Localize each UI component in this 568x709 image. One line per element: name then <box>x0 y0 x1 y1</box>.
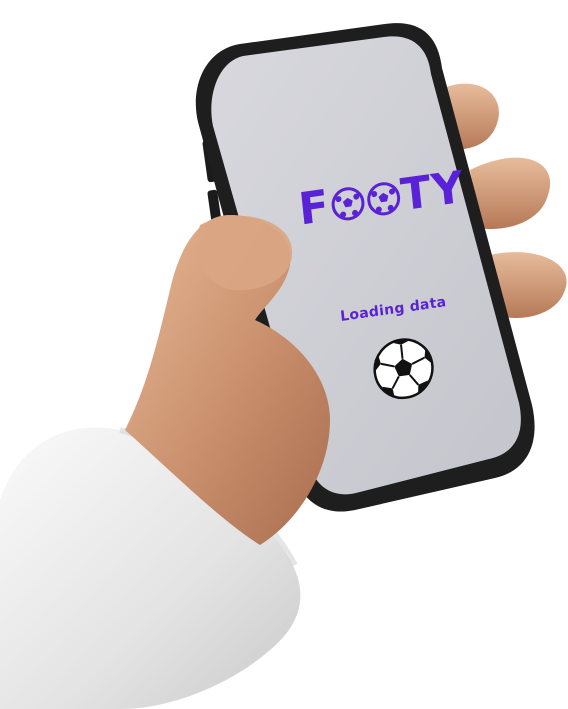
footy-logo: F TY <box>264 157 499 240</box>
phone-screen: F TY Loading data <box>250 23 526 493</box>
loading-status-text: Loading data <box>339 294 448 325</box>
soccer-ball-icon <box>373 338 434 400</box>
logo-text-end: TY <box>398 161 467 222</box>
illustration-stage: F TY Loading data <box>0 0 568 709</box>
logo-ball-icon <box>366 181 400 215</box>
logo-ball-icon <box>331 186 365 220</box>
logo-text-start: F <box>296 180 333 236</box>
